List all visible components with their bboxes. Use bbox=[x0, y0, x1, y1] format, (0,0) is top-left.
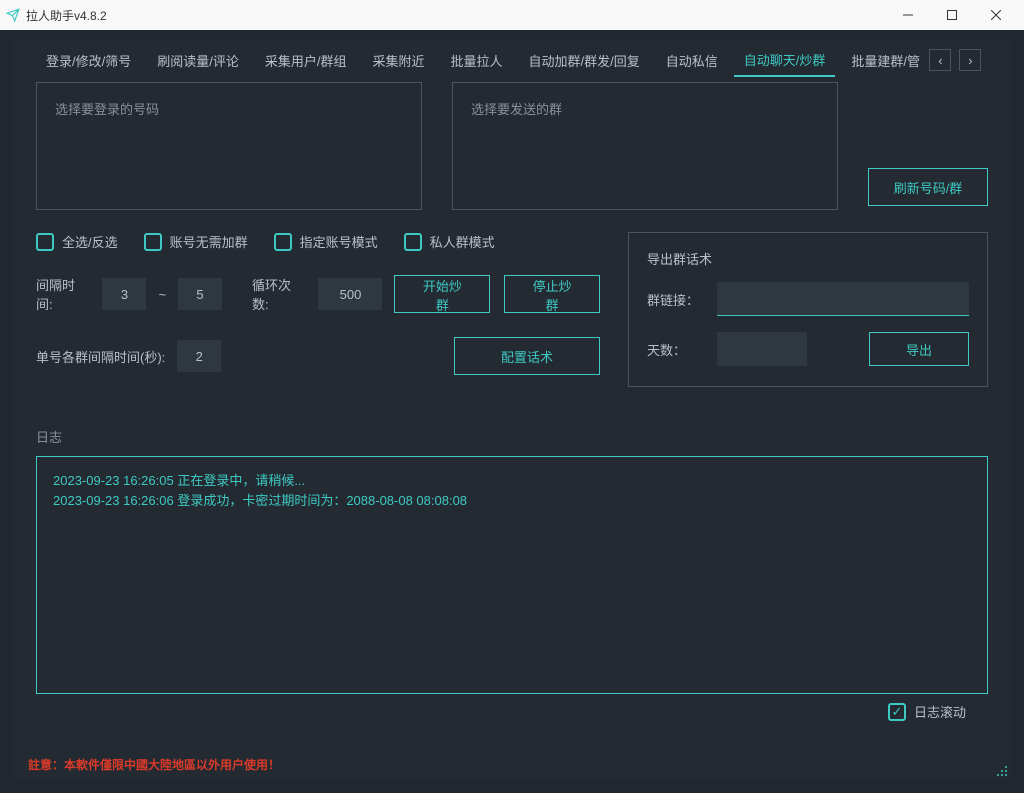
tab-batch-invite[interactable]: 批量拉人 bbox=[441, 45, 513, 76]
groups-textbox[interactable] bbox=[452, 82, 838, 210]
titlebar: 拉人助手v4.8.2 bbox=[0, 0, 1024, 30]
stop-button[interactable]: 停止炒群 bbox=[504, 275, 600, 313]
interval-min-input[interactable] bbox=[102, 278, 146, 310]
tab-auto-group[interactable]: 自动加群/群发/回复 bbox=[519, 45, 650, 76]
log-line: 2023-09-23 16:26:05 正在登录中，请稍候... bbox=[53, 471, 971, 491]
chk-no-join-label: 账号无需加群 bbox=[170, 232, 248, 251]
config-buttons: 配置话术 bbox=[454, 337, 600, 375]
app-window: 拉人助手v4.8.2 登录/修改/筛号 刷阅读量/评论 采集用户/群组 采集附近… bbox=[0, 0, 1024, 793]
resize-grip[interactable] bbox=[994, 763, 1008, 777]
tab-collect-nearby[interactable]: 采集附近 bbox=[362, 45, 434, 76]
days-input[interactable] bbox=[717, 332, 807, 366]
link-label: 群链接： bbox=[647, 290, 703, 309]
tab-bar: 登录/修改/筛号 刷阅读量/评论 采集用户/群组 采集附近 批量拉人 自动加群/… bbox=[14, 38, 1010, 82]
warning-text: 註意：本軟件僅限中國大陸地區以外用户使用！ bbox=[28, 756, 280, 773]
start-button[interactable]: 开始炒群 bbox=[394, 275, 490, 313]
maximize-button[interactable] bbox=[930, 1, 974, 29]
chk-no-join[interactable]: 账号无需加群 bbox=[144, 232, 248, 251]
log-footer: 日志滚动 bbox=[36, 694, 988, 721]
chk-select-all[interactable]: 全选/反选 bbox=[36, 232, 118, 251]
refresh-button[interactable]: 刷新号码/群 bbox=[868, 168, 988, 206]
tab-nav-next[interactable]: › bbox=[959, 49, 981, 71]
export-panel: 导出群话术 群链接： 天数： 导出 bbox=[628, 232, 988, 387]
days-row: 天数： 导出 bbox=[647, 332, 969, 366]
link-row: 群链接： bbox=[647, 282, 969, 316]
log-box[interactable]: 2023-09-23 16:26:05 正在登录中，请稍候... 2023-09… bbox=[36, 456, 988, 694]
log-line: 2023-09-23 16:26:06 登录成功，卡密过期时间为：2088-08… bbox=[53, 491, 971, 511]
export-button[interactable]: 导出 bbox=[869, 332, 969, 366]
chk-specific-account-label: 指定账号模式 bbox=[300, 232, 378, 251]
controls-row: 全选/反选 账号无需加群 指定账号模式 私人群模式 间隔时间: ~ 循环次数: bbox=[36, 232, 988, 387]
close-button[interactable] bbox=[974, 1, 1018, 29]
tab-batch-create[interactable]: 批量建群/管 bbox=[841, 45, 921, 76]
days-label: 天数： bbox=[647, 340, 703, 359]
log-title: 日志 bbox=[36, 427, 988, 446]
chk-log-scroll-box bbox=[888, 703, 906, 721]
chk-log-scroll-label: 日志滚动 bbox=[914, 702, 966, 721]
minimize-button[interactable] bbox=[886, 1, 930, 29]
per-group-label: 单号各群间隔时间(秒): bbox=[36, 347, 165, 366]
left-controls: 全选/反选 账号无需加群 指定账号模式 私人群模式 间隔时间: ~ 循环次数: bbox=[36, 232, 600, 387]
log-section: 日志 2023-09-23 16:26:05 正在登录中，请稍候... 2023… bbox=[36, 427, 988, 721]
tab-read[interactable]: 刷阅读量/评论 bbox=[147, 45, 249, 76]
chk-private-group-label: 私人群模式 bbox=[430, 232, 495, 251]
interval-max-input[interactable] bbox=[178, 278, 222, 310]
accounts-textbox[interactable] bbox=[36, 82, 422, 210]
tab-collect-users[interactable]: 采集用户/群组 bbox=[255, 45, 357, 76]
chk-specific-account[interactable]: 指定账号模式 bbox=[274, 232, 378, 251]
window-controls bbox=[886, 1, 1018, 29]
titlebar-left: 拉人助手v4.8.2 bbox=[6, 7, 107, 24]
interval-label: 间隔时间: bbox=[36, 275, 90, 313]
tab-auto-dm[interactable]: 自动私信 bbox=[656, 45, 728, 76]
window-title: 拉人助手v4.8.2 bbox=[26, 7, 107, 24]
chk-log-scroll[interactable]: 日志滚动 bbox=[888, 702, 966, 721]
tab-auto-chat[interactable]: 自动聊天/炒群 bbox=[734, 44, 836, 77]
content-area: 登录/修改/筛号 刷阅读量/评论 采集用户/群组 采集附近 批量拉人 自动加群/… bbox=[14, 38, 1010, 779]
per-group-row: 单号各群间隔时间(秒): 配置话术 bbox=[36, 337, 600, 375]
chk-private-group[interactable]: 私人群模式 bbox=[404, 232, 495, 251]
loop-input[interactable] bbox=[318, 278, 382, 310]
chk-select-all-label: 全选/反选 bbox=[62, 232, 118, 251]
tab-nav-prev[interactable]: ‹ bbox=[929, 49, 951, 71]
app-icon bbox=[6, 8, 20, 22]
checkbox-row: 全选/反选 账号无需加群 指定账号模式 私人群模式 bbox=[36, 232, 600, 251]
export-panel-title: 导出群话术 bbox=[647, 249, 969, 268]
main-panel: 刷新号码/群 全选/反选 账号无需加群 指定账号模式 私人群模式 间隔时间: ~ bbox=[14, 82, 1010, 387]
per-group-input[interactable] bbox=[177, 340, 221, 372]
tilde: ~ bbox=[158, 287, 166, 302]
selection-row: 刷新号码/群 bbox=[36, 82, 988, 210]
config-button[interactable]: 配置话术 bbox=[454, 337, 600, 375]
interval-row: 间隔时间: ~ 循环次数: 开始炒群 停止炒群 bbox=[36, 275, 600, 313]
action-buttons: 开始炒群 停止炒群 bbox=[394, 275, 600, 313]
loop-label: 循环次数: bbox=[252, 275, 306, 313]
link-input[interactable] bbox=[717, 282, 969, 316]
tab-login[interactable]: 登录/修改/筛号 bbox=[36, 45, 141, 76]
